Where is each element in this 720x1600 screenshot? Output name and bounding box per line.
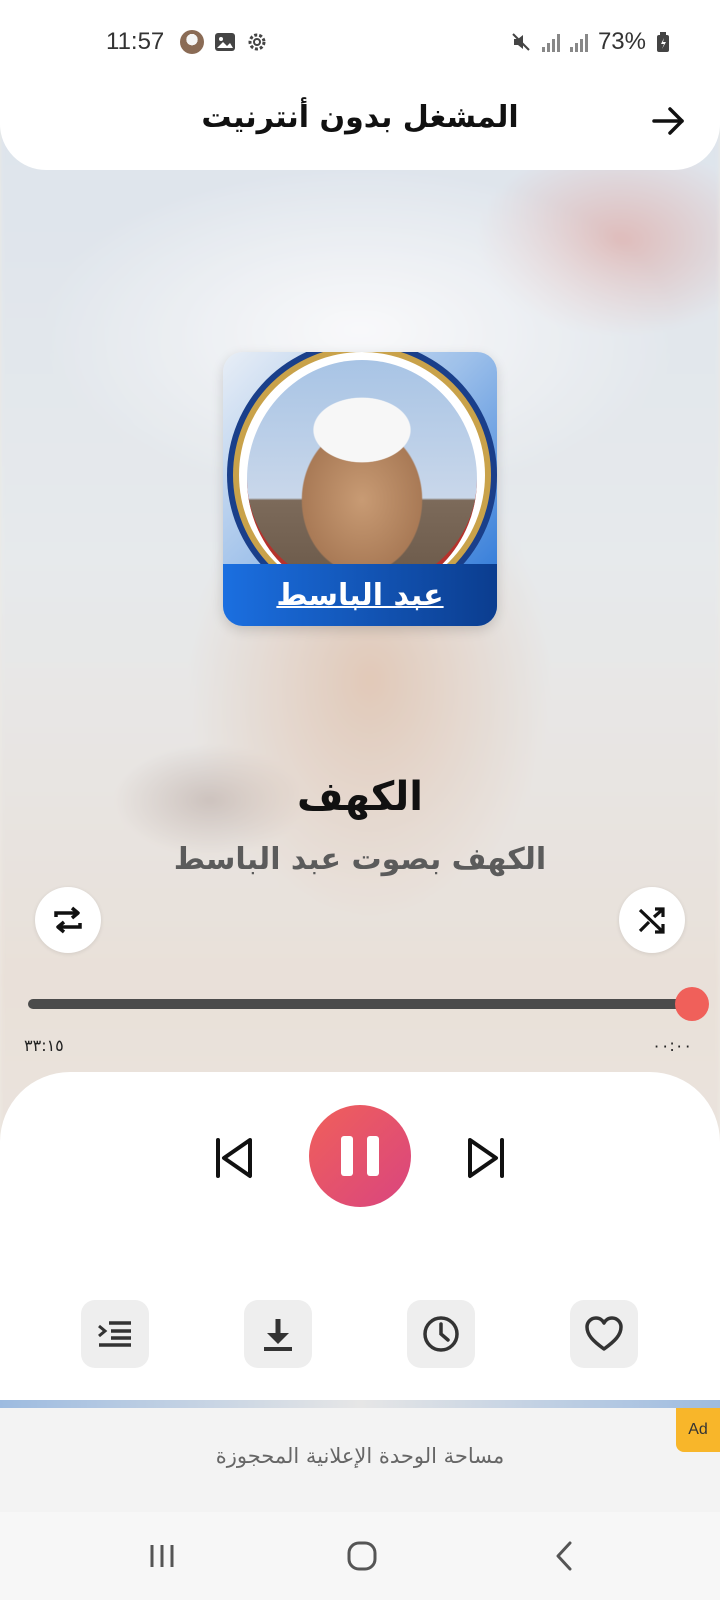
download-button[interactable] bbox=[244, 1300, 312, 1368]
home-button[interactable] bbox=[332, 1532, 392, 1580]
chevron-left-icon bbox=[556, 1541, 572, 1571]
arrow-right-icon bbox=[652, 107, 684, 135]
avatar-icon bbox=[180, 30, 204, 54]
seek-bar-thumb[interactable] bbox=[675, 987, 709, 1021]
back-button[interactable] bbox=[644, 96, 694, 146]
battery-percent: 73% bbox=[597, 28, 646, 55]
shuffle-button[interactable] bbox=[619, 887, 685, 953]
queue-list-icon bbox=[98, 1321, 131, 1347]
mute-icon bbox=[512, 33, 530, 51]
reciter-photo bbox=[247, 360, 477, 598]
home-icon bbox=[347, 1541, 377, 1571]
next-button[interactable] bbox=[458, 1130, 514, 1186]
pause-icon bbox=[341, 1136, 379, 1176]
repeat-button[interactable] bbox=[35, 887, 101, 953]
pause-button[interactable] bbox=[309, 1105, 411, 1207]
album-art: عبد الباسط bbox=[223, 352, 497, 626]
elapsed-time: ٠٠:٠٠ bbox=[652, 1036, 692, 1055]
signal-icon bbox=[569, 32, 588, 52]
favorite-button[interactable] bbox=[570, 1300, 638, 1368]
track-title: الكهف bbox=[296, 774, 424, 820]
clock-icon bbox=[423, 1316, 459, 1352]
recents-icon bbox=[150, 1545, 174, 1567]
skip-next-icon bbox=[468, 1138, 504, 1178]
system-nav-bar bbox=[0, 1512, 720, 1600]
seek-bar[interactable] bbox=[28, 987, 709, 1021]
download-icon bbox=[264, 1319, 292, 1351]
page-title: المشغل بدون أنترنيت bbox=[201, 100, 519, 135]
status-right: 73% bbox=[510, 28, 670, 56]
ad-banner[interactable]: Ad مساحة الوحدة الإعلانية المحجوزة bbox=[0, 1408, 720, 1512]
album-banner: عبد الباسط bbox=[223, 564, 497, 626]
status-bar: 11:57 73% bbox=[0, 0, 720, 86]
shuffle-icon bbox=[638, 907, 665, 934]
battery-icon bbox=[657, 32, 669, 52]
ad-placeholder-text: مساحة الوحدة الإعلانية المحجوزة bbox=[215, 1444, 505, 1468]
album-reciter-name: عبد الباسط bbox=[276, 577, 444, 613]
notification-icons bbox=[180, 30, 268, 54]
skip-previous-icon bbox=[216, 1138, 252, 1178]
settings-icon bbox=[248, 33, 266, 51]
ad-divider bbox=[0, 1400, 720, 1408]
gallery-icon bbox=[215, 33, 235, 51]
duration-time: ٣٣:١٥ bbox=[24, 1036, 64, 1055]
track-subtitle: الكهف بصوت عبد الباسط bbox=[173, 842, 547, 877]
heart-icon bbox=[585, 1316, 623, 1351]
signal-icon bbox=[541, 32, 560, 52]
queue-button[interactable] bbox=[81, 1300, 149, 1368]
repeat-icon bbox=[54, 906, 82, 934]
previous-button[interactable] bbox=[206, 1130, 262, 1186]
system-back-button[interactable] bbox=[534, 1532, 594, 1580]
status-time: 11:57 bbox=[106, 28, 165, 55]
recents-button[interactable] bbox=[132, 1532, 192, 1580]
app-header: المشغل بدون أنترنيت bbox=[0, 86, 720, 170]
sleep-timer-button[interactable] bbox=[407, 1300, 475, 1368]
